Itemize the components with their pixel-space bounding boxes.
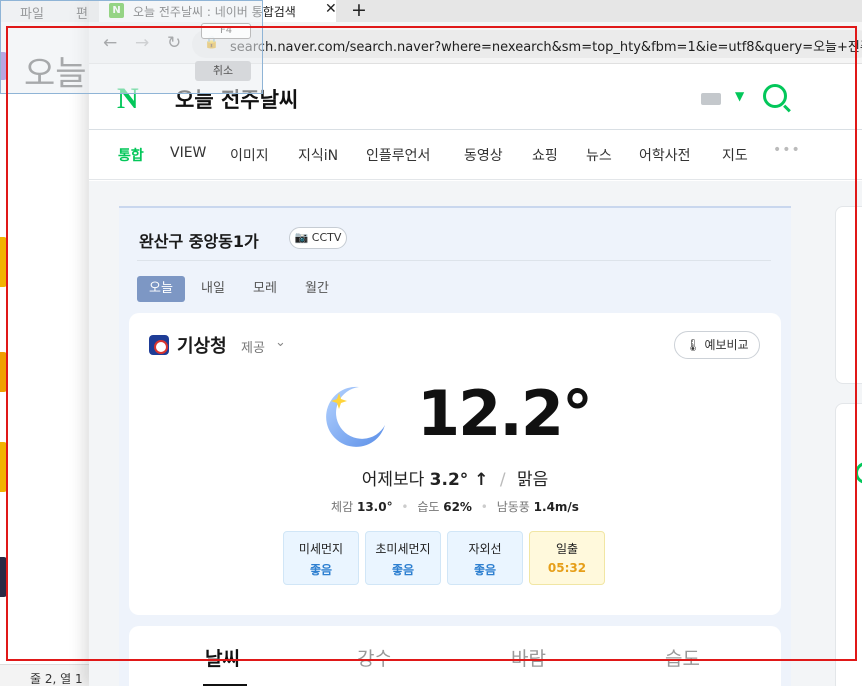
feels-like-value: 13.0°: [356, 500, 393, 514]
keyboard-icon[interactable]: [701, 93, 721, 105]
provider-suffix: 제공: [241, 341, 265, 356]
kma-logo-icon: [149, 335, 169, 355]
tab-integrated[interactable]: 통합: [118, 145, 144, 165]
wind-label: 남동풍: [496, 500, 530, 514]
tab-video[interactable]: 동영상: [464, 145, 503, 165]
compare-yesterday-label: 어제보다: [361, 470, 425, 490]
weather-details: 체감 13.0° • 습도 62% • 남동풍 1.4m/s: [331, 500, 579, 514]
tab-monthly[interactable]: 월간: [305, 276, 329, 302]
key-hint: F4: [201, 23, 251, 39]
tab-weather[interactable]: 날씨: [205, 644, 240, 671]
notepad-editor[interactable]: [0, 22, 90, 664]
sunrise-chip[interactable]: 일출 05:32: [529, 531, 605, 585]
tab-map[interactable]: 지도: [722, 145, 748, 165]
chip-label: 자외선: [468, 542, 502, 556]
compare-yesterday-value: 3.2° ↑: [429, 470, 489, 490]
tab-influencer[interactable]: 인플루언서: [366, 145, 430, 165]
fine-dust-chip[interactable]: 미세먼지 좋음: [283, 531, 359, 585]
wind-value: 1.4m/s: [533, 500, 579, 514]
content-area: 완산구 중앙동1가 📷 CCTV 오늘 내일 모레 월간 기상청 제공 ⌄ 🌡 …: [89, 181, 862, 686]
browser-window: N 오늘 전주날씨 : 네이버 통합검색 ✕ + ← → ↻ 🔒 search.…: [89, 0, 862, 686]
address-bar[interactable]: 🔒 search.naver.com/search.naver?where=ne…: [192, 30, 862, 58]
cctv-button[interactable]: 📷 CCTV: [289, 227, 347, 249]
tab-kin[interactable]: 지식iN: [298, 145, 338, 165]
cctv-label: CCTV: [311, 231, 342, 244]
tab-view[interactable]: VIEW: [170, 145, 206, 161]
tab-images[interactable]: 이미지: [230, 145, 269, 165]
weather-panel: 완산구 중앙동1가 📷 CCTV 오늘 내일 모레 월간 기상청 제공 ⌄ 🌡 …: [119, 206, 791, 686]
humidity-value: 62%: [443, 500, 472, 514]
tab-dictionary[interactable]: 어학사전: [639, 145, 691, 165]
chip-value: 좋음: [473, 563, 497, 577]
provider-name[interactable]: 기상청: [177, 332, 227, 358]
new-tab-button[interactable]: +: [351, 0, 367, 21]
search-tabs: 통합 VIEW 이미지 지식iN 인플루언서 동영상 쇼핑 뉴스 어학사전 지도…: [89, 130, 862, 180]
weather-summary: 어제보다 3.2° ↑ / 맑음: [129, 465, 781, 490]
current-weather-card: 기상청 제공 ⌄ 🌡 예보비교 12.2° 어제보다 3.2° ↑ / 맑음 체…: [129, 313, 781, 615]
crescent-moon-icon: [326, 386, 385, 447]
weather-detail-tabs: 날씨 강수 바람 습도: [129, 626, 781, 686]
search-icon[interactable]: [763, 84, 787, 108]
close-tab-icon[interactable]: ✕: [325, 1, 337, 17]
feels-like-label: 체감: [331, 500, 354, 514]
chevron-down-icon[interactable]: ▼: [735, 89, 744, 103]
location-name[interactable]: 완산구 중앙동1가: [139, 228, 259, 252]
more-tabs-button[interactable]: •••: [773, 142, 801, 158]
divider: /: [499, 470, 506, 490]
divider: [137, 260, 771, 261]
tab-day-after[interactable]: 모레: [253, 276, 277, 302]
tab-news[interactable]: 뉴스: [586, 145, 612, 165]
sky-condition: 맑음: [517, 470, 549, 490]
cursor-position: 줄 2, 열 1: [30, 672, 83, 686]
chevron-down-icon[interactable]: ⌄: [275, 335, 286, 350]
side-panel: [835, 206, 862, 384]
shortcut-popup: F4 취소: [0, 0, 263, 94]
tab-precipitation[interactable]: 강수: [357, 644, 392, 671]
cancel-button[interactable]: 취소: [195, 61, 251, 81]
tab-wind[interactable]: 바람: [511, 644, 546, 671]
taskbar-marker: [0, 442, 7, 492]
chip-label: 일출: [555, 542, 579, 556]
chip-label: 초미세먼지: [375, 542, 431, 556]
forecast-compare-button[interactable]: 🌡 예보비교: [674, 331, 760, 359]
ultrafine-dust-chip[interactable]: 초미세먼지 좋음: [365, 531, 441, 585]
tab-humidity[interactable]: 습도: [665, 644, 700, 671]
side-panel: [835, 403, 862, 686]
uv-chip[interactable]: 자외선 좋음: [447, 531, 523, 585]
chip-value: 05:32: [547, 561, 587, 575]
tab-today[interactable]: 오늘: [137, 276, 185, 302]
url-text: search.naver.com/search.naver?where=nexe…: [230, 40, 862, 55]
tab-shopping[interactable]: 쇼핑: [532, 145, 558, 165]
current-temperature: 12.2°: [417, 377, 593, 450]
compare-label: 예보비교: [704, 338, 749, 352]
chip-label: 미세먼지: [298, 542, 344, 556]
humidity-label: 습도: [417, 500, 440, 514]
chip-value: 좋음: [309, 563, 333, 577]
taskbar-marker: [0, 557, 7, 597]
chip-value: 좋음: [391, 563, 415, 577]
tab-tomorrow[interactable]: 내일: [201, 276, 225, 302]
taskbar-marker: [0, 237, 7, 287]
taskbar-marker: [0, 352, 7, 392]
